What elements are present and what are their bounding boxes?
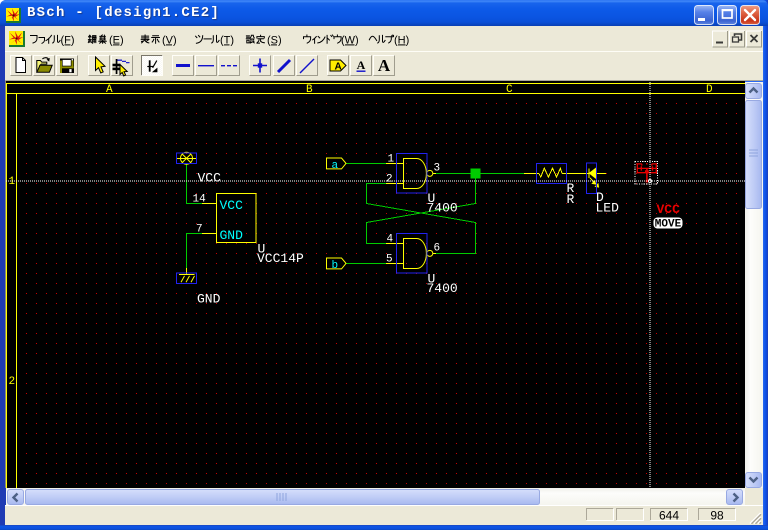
svg-text:A: A — [335, 61, 342, 72]
svg-text:A: A — [357, 58, 366, 72]
svg-text:98: 98 — [710, 509, 724, 523]
svg-text:A: A — [378, 56, 391, 75]
svg-text:644: 644 — [659, 509, 679, 523]
